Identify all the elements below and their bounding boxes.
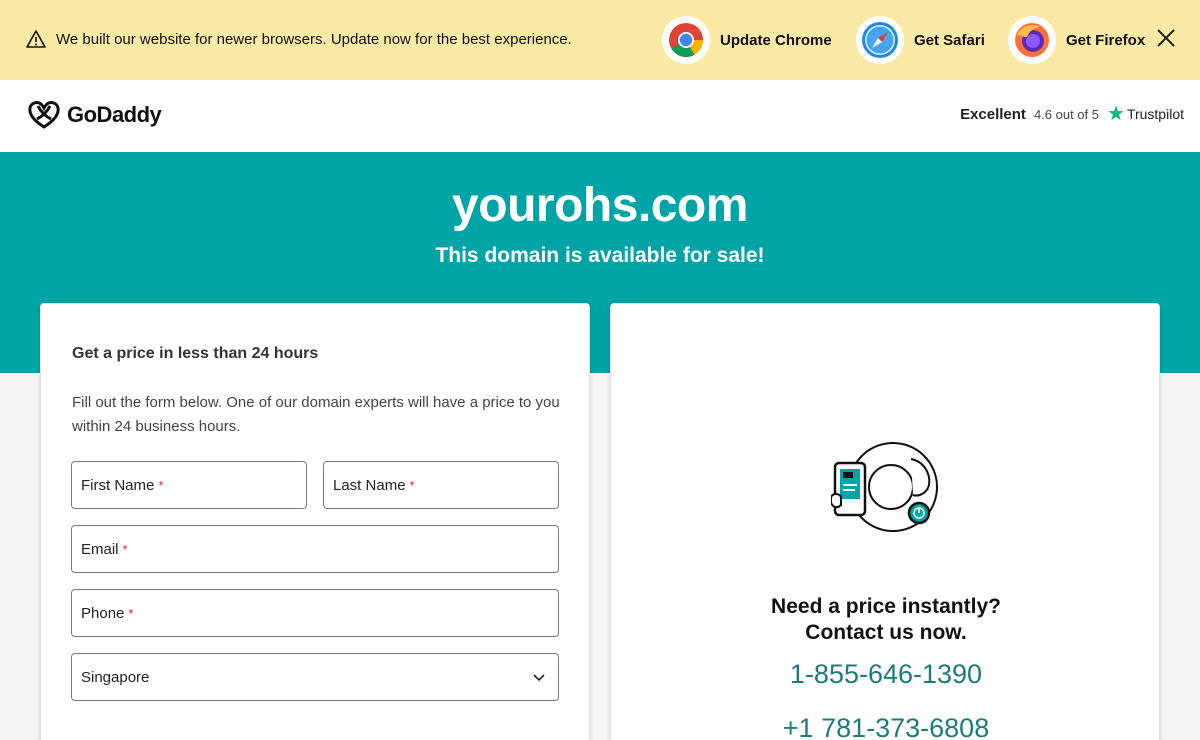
- chrome-icon: [662, 16, 710, 64]
- godaddy-logo[interactable]: GoDaddy: [27, 100, 162, 130]
- price-request-form: Get a price in less than 24 hours Fill o…: [40, 303, 590, 740]
- form-description: Fill out the form below. One of our doma…: [72, 394, 560, 435]
- phone-label: Phone: [81, 604, 125, 622]
- contact-card: Need a price instantly? Contact us now. …: [610, 303, 1160, 740]
- domain-name: yourohs.com: [452, 179, 748, 232]
- rating-score: 4.6 out of 5: [1033, 106, 1099, 122]
- phone-link-international[interactable]: +1 781-373-6808: [611, 713, 1161, 740]
- contact-question-line2: Contact us now.: [805, 621, 967, 644]
- contact-question: Need a price instantly? Contact us now.: [611, 594, 1161, 646]
- last-name-label: Last Name: [333, 476, 406, 494]
- rating-word: Excellent: [960, 105, 1026, 123]
- get-safari-button[interactable]: Get Safari: [856, 16, 985, 64]
- email-field[interactable]: Email *: [71, 525, 559, 573]
- firefox-icon: [1008, 16, 1056, 64]
- phone-field[interactable]: Phone *: [71, 589, 559, 637]
- required-marker: *: [409, 477, 415, 493]
- required-marker: *: [128, 605, 134, 621]
- get-firefox-label: Get Firefox: [1066, 31, 1146, 49]
- get-safari-label: Get Safari: [914, 31, 985, 49]
- banner-message-text: We built our website for newer browsers.…: [56, 30, 572, 48]
- email-label: Email: [81, 540, 119, 558]
- sale-subtitle: This domain is available for sale!: [435, 244, 765, 267]
- warning-icon: [26, 30, 46, 48]
- form-title: Get a price in less than 24 hours: [72, 345, 319, 362]
- trustpilot-logo: ★ Trustpilot: [1107, 104, 1184, 124]
- brand-name: GoDaddy: [67, 102, 162, 127]
- contact-question-line1: Need a price instantly?: [771, 595, 1001, 618]
- first-name-field[interactable]: First Name *: [71, 461, 307, 509]
- site-header: GoDaddy Excellent 4.6 out of 5 ★ Trustpi…: [0, 80, 1200, 152]
- trustpilot-rating[interactable]: Excellent 4.6 out of 5 ★ Trustpilot: [960, 104, 1184, 124]
- banner-message: We built our website for newer browsers.…: [26, 29, 572, 49]
- required-marker: *: [122, 541, 128, 557]
- required-marker: *: [158, 477, 164, 493]
- phone-link-tollfree[interactable]: 1-855-646-1390: [611, 659, 1161, 690]
- update-chrome-label: Update Chrome: [720, 31, 832, 49]
- safari-icon: [856, 16, 904, 64]
- trustpilot-text: Trustpilot: [1126, 106, 1184, 122]
- close-icon[interactable]: [1154, 26, 1178, 50]
- update-chrome-button[interactable]: Update Chrome: [662, 16, 832, 64]
- phone-support-illustration: [831, 442, 938, 532]
- browser-update-banner: We built our website for newer browsers.…: [0, 0, 1200, 80]
- chevron-down-icon: [533, 674, 545, 682]
- last-name-field[interactable]: Last Name *: [323, 461, 559, 509]
- godaddy-heart-icon: [28, 101, 60, 129]
- first-name-label: First Name: [81, 476, 155, 494]
- get-firefox-button[interactable]: Get Firefox: [1008, 16, 1145, 64]
- country-select[interactable]: Singapore: [71, 653, 559, 701]
- country-value: Singapore: [81, 668, 150, 686]
- star-icon: ★: [1107, 103, 1125, 125]
